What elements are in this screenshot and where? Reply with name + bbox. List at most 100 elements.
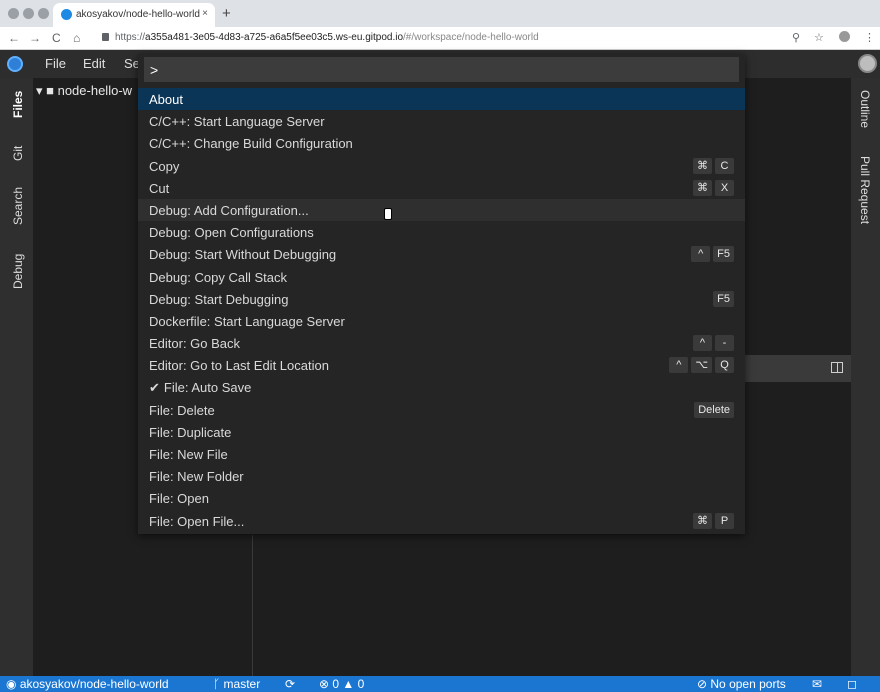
command-label: C/C++: Change Build Configuration (149, 136, 353, 151)
left-sidebar-tabs: Files Git Search Debug (0, 78, 33, 676)
command-item[interactable]: Dockerfile: Start Language Server (138, 310, 745, 332)
tab-debug[interactable]: Debug (11, 254, 25, 289)
no-ports-icon: ⊘ (697, 677, 711, 691)
command-text: Copy (149, 158, 180, 174)
maximize-window-dot[interactable] (38, 8, 49, 19)
keybinding: ⌘ P (693, 512, 734, 529)
command-list: About C/C++: Start Language Server C/C++: … (138, 88, 745, 532)
command-item[interactable]: File: New Folder (138, 465, 745, 487)
status-repo[interactable]: ◉ akosyakov/node-hello-world (6, 677, 169, 691)
command-text: About (149, 92, 183, 107)
command-label: Cut (149, 181, 169, 196)
tab-search[interactable]: Search (11, 187, 25, 225)
menu-file[interactable]: File (45, 56, 66, 71)
command-item[interactable]: C/C++: Start Language Server (138, 110, 745, 132)
command-item[interactable]: Debug: Copy Call Stack (138, 266, 745, 288)
command-text: File: Open File... (149, 513, 245, 529)
command-text: File: New Folder (149, 469, 244, 485)
keybinding: ⌘ X (693, 179, 734, 196)
command-item[interactable]: Debug: Start Without Debugging ^ F5 (138, 243, 745, 265)
command-item[interactable]: ✔ File: Auto Save (138, 376, 745, 398)
command-label: File: Delete (149, 403, 215, 418)
command-item[interactable]: C/C++: Change Build Configuration (138, 132, 745, 154)
tab-outline[interactable]: Outline (858, 90, 872, 128)
command-item[interactable]: Copy ⌘ C (138, 155, 745, 177)
command-item[interactable]: File: Duplicate (138, 421, 745, 443)
key-cap: Delete (694, 401, 734, 418)
key-cap: Q (715, 357, 734, 374)
mouse-pointer (384, 208, 392, 220)
window: akosyakov/node-hello-world × + ← → C ⌂ h… (0, 0, 880, 692)
menu-edit[interactable]: Edit (83, 56, 105, 71)
sync-icon[interactable]: ⟳ (285, 677, 295, 691)
home-icon[interactable]: ⌂ (73, 31, 80, 45)
tab-close-icon[interactable]: × (202, 8, 208, 19)
command-item[interactable]: File: Open (138, 487, 745, 509)
explorer-root-folder[interactable]: ▾ ■ node-hello-w (36, 83, 132, 99)
command-palette: About C/C++: Start Language Server C/C++: … (138, 54, 745, 534)
close-window-dot[interactable] (8, 8, 19, 19)
command-item[interactable]: Editor: Go Back ^ - (138, 332, 745, 354)
key-cap: ⌥ (691, 357, 712, 374)
tab-git[interactable]: Git (11, 146, 25, 161)
bookmark-star-icon[interactable]: ☆ (814, 31, 824, 44)
command-text: Dockerfile: Start Language Server (149, 313, 345, 329)
status-ports[interactable]: ⊘ No open ports (697, 677, 786, 691)
command-item[interactable]: Debug: Start Debugging F5 (138, 288, 745, 310)
extension-icon[interactable] (839, 31, 850, 42)
status-branch[interactable]: ᚴ master (213, 677, 260, 691)
command-text: C/C++: Start Language Server (149, 114, 325, 130)
keybinding: ^ - (693, 335, 734, 352)
command-item[interactable]: About (138, 88, 745, 111)
user-avatar[interactable] (858, 54, 877, 73)
ports-label: No open ports (710, 677, 786, 691)
forward-icon[interactable]: → (29, 31, 41, 45)
command-item[interactable]: File: New File (138, 443, 745, 465)
command-text: Debug: Add Configuration... (149, 202, 309, 218)
command-label: Dockerfile: Start Language Server (149, 314, 345, 329)
command-item[interactable]: Debug: Add Configuration... (138, 198, 745, 222)
chat-icon[interactable]: ✉ (812, 677, 822, 691)
key-cap: P (715, 512, 734, 529)
command-text: File: Auto Save (163, 380, 252, 396)
command-text: File: Duplicate (149, 424, 232, 440)
command-item[interactable]: Editor: Go to Last Edit Location ^ ⌥ Q (138, 354, 745, 376)
back-icon[interactable]: ← (8, 31, 20, 45)
command-item[interactable]: File: Delete Delete (138, 399, 745, 421)
url-field[interactable]: https://a355a481-3e05-4d83-a725-a6a5f5ee… (102, 32, 539, 43)
error-count: 0 (332, 677, 340, 691)
split-editor-icon[interactable] (831, 362, 843, 373)
key-cap: F5 (713, 290, 734, 307)
browser-tab[interactable]: akosyakov/node-hello-world × (53, 3, 215, 27)
url-host: a355a481-3e05-4d83-a725-a6a5f5ee03c5.ws-… (145, 32, 403, 43)
tab-files[interactable]: Files (11, 91, 25, 118)
key-cap: ^ (669, 357, 689, 374)
key-cap: C (715, 157, 734, 174)
command-text: Debug: Start Debugging (149, 291, 289, 307)
new-tab-button[interactable]: + (222, 5, 231, 22)
command-item[interactable]: Cut ⌘ X (138, 177, 745, 199)
command-text: Editor: Go to Last Edit Location (149, 358, 329, 374)
command-label: ✔ File: Auto Save (149, 380, 251, 396)
url-scheme: https:// (115, 32, 146, 43)
reload-icon[interactable]: C (52, 31, 61, 45)
notifications-icon[interactable]: ◻ (847, 677, 857, 691)
command-text: File: Delete (149, 402, 215, 418)
command-item[interactable]: File: Open File... ⌘ P (138, 510, 745, 532)
lock-icon (102, 33, 109, 41)
warning-count: 0 (357, 677, 365, 691)
minimize-window-dot[interactable] (23, 8, 34, 19)
command-input[interactable] (144, 57, 739, 82)
command-item[interactable]: Debug: Open Configurations (138, 221, 745, 243)
command-label: Debug: Start Debugging (149, 292, 288, 307)
status-problems[interactable]: ⊗ 0 ▲ 0 (319, 677, 364, 691)
browser-menu-icon[interactable]: ⋮ (864, 31, 875, 44)
editor-tab-strip (745, 355, 851, 382)
command-text: File: New File (149, 447, 228, 462)
command-text: Debug: Copy Call Stack (149, 269, 288, 285)
zoom-icon[interactable]: ⚲ (792, 31, 800, 44)
tab-pull-request[interactable]: Pull Request (858, 156, 872, 224)
command-label: File: New Folder (149, 469, 244, 484)
command-label: C/C++: Start Language Server (149, 114, 325, 129)
command-label: File: Duplicate (149, 425, 231, 440)
